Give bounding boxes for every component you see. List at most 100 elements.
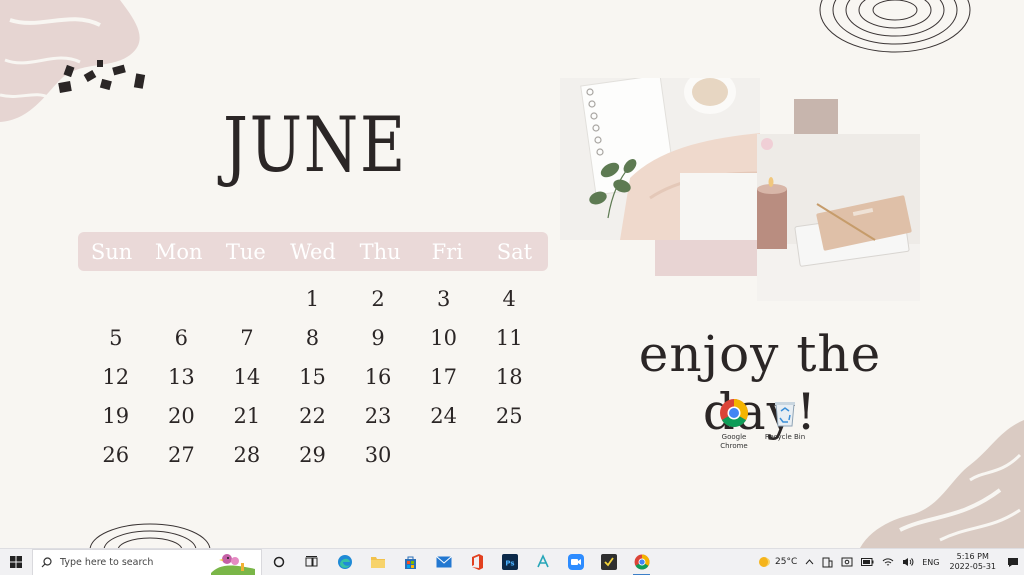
clock-time: 5:16 PM (956, 552, 989, 561)
calendar-days-grid: 1 2 3 4 5 6 7 8 9 10 11 12 13 14 15 16 17 18 19 20 21 22 23 24 2… (83, 280, 542, 475)
edge-button[interactable] (328, 549, 361, 575)
zoom-icon (567, 554, 584, 570)
meet-now-icon (841, 557, 853, 566)
pink-accent-rectangle (655, 240, 757, 276)
chrome-icon (720, 399, 748, 427)
calendar-day: 19 (102, 404, 130, 428)
mail-icon (435, 556, 452, 568)
taskbar-search-input[interactable]: Type here to search (32, 548, 262, 575)
mauve-accent-square (794, 99, 838, 135)
app-button[interactable] (526, 549, 559, 575)
notification-center-button[interactable] (1002, 557, 1024, 568)
file-explorer-button[interactable] (361, 549, 394, 575)
candle-notebook-photo (757, 134, 920, 301)
speaker-icon (903, 558, 914, 566)
search-highlight-bird-icon (211, 553, 255, 575)
calendar-day: 25 (495, 404, 523, 428)
weekday-header-bar: Sun Mon Tue Wed Thu Fri Sat (78, 232, 548, 271)
desktop-icon-label: Recycle Bin (764, 433, 806, 441)
calendar-day: 14 (233, 365, 261, 389)
weekday-label: Tue (225, 239, 266, 264)
calendar-day: 15 (299, 365, 326, 389)
calendar-day: 9 (371, 326, 385, 350)
calendar-day: 18 (495, 365, 523, 389)
calendar-day: 21 (233, 404, 261, 428)
store-icon (405, 556, 416, 569)
office-button[interactable] (460, 549, 493, 575)
zoom-button[interactable] (559, 549, 592, 575)
app-icon (536, 554, 549, 568)
notes-icon (600, 554, 617, 570)
calendar-day: 2 (371, 287, 385, 311)
weekday-label: Wed (290, 239, 336, 264)
calendar-day: 11 (495, 326, 523, 350)
calendar-day: 16 (364, 365, 392, 389)
calendar-day: 27 (167, 443, 195, 467)
photoshop-button[interactable]: Ps (493, 549, 526, 575)
weekday-label: Fri (431, 239, 463, 264)
windows-logo-icon (10, 556, 22, 568)
calendar-day: 24 (430, 404, 457, 428)
calendar-day: 7 (240, 326, 254, 350)
weekday-label: Mon (154, 239, 203, 264)
recycle-bin-icon (775, 402, 795, 427)
calendar-day: 20 (167, 404, 195, 428)
taskbar: Type here to search Ps 25°C ENG 5:16 PM … (0, 548, 1024, 575)
chevron-up-icon (805, 559, 814, 565)
notes-button[interactable] (592, 549, 625, 575)
weekday-label: Sat (496, 239, 533, 264)
desktop-icon-recycle-bin[interactable]: Recycle Bin (762, 398, 808, 442)
calendar-day: 12 (102, 365, 130, 389)
cortana-button[interactable] (262, 549, 295, 575)
weekday-label: Sun (90, 239, 133, 264)
slogan-text: enjoy the day! (638, 325, 882, 441)
task-view-button[interactable] (295, 549, 328, 575)
wifi-icon (882, 558, 894, 566)
calendar-empty-cell (149, 280, 215, 319)
calendar-day: 30 (364, 443, 392, 467)
device-icon (822, 557, 833, 567)
office-icon (471, 554, 483, 570)
tray-app-button[interactable] (818, 557, 837, 568)
taskbar-clock[interactable]: 5:16 PM 2022-05-31 (944, 552, 1003, 572)
calendar-empty-cell (411, 436, 477, 475)
weekday-label: Thu (359, 239, 401, 264)
network-button[interactable] (878, 557, 898, 567)
volume-button[interactable] (898, 557, 918, 567)
mail-button[interactable] (427, 549, 460, 575)
sun-icon (759, 557, 770, 567)
system-tray: 25°C ENG 5:16 PM 2022-05-31 (753, 549, 1024, 575)
calendar-day: 6 (174, 326, 189, 350)
calendar-day: 17 (430, 365, 457, 389)
weather-widget[interactable]: 25°C (753, 555, 801, 569)
line-swirl-top-right (819, 0, 971, 53)
search-icon (41, 556, 52, 567)
calendar-day: 28 (233, 443, 261, 467)
calendar-day: 5 (109, 326, 123, 350)
task-view-icon (305, 556, 318, 567)
calendar-day: 3 (436, 287, 451, 311)
calendar-day: 13 (167, 365, 195, 389)
notebook-coffee-photo (560, 78, 760, 240)
cortana-icon (273, 556, 284, 568)
battery-button[interactable] (857, 558, 878, 566)
calendar-day: 29 (299, 443, 326, 467)
calendar-day: 10 (430, 326, 457, 350)
weather-temperature: 25°C (775, 557, 798, 567)
show-hidden-icons-button[interactable] (801, 559, 818, 565)
calendar-empty-cell (83, 280, 149, 319)
chrome-taskbar-button[interactable] (625, 549, 658, 575)
language-indicator[interactable]: ENG (918, 558, 943, 567)
tray-meet-button[interactable] (837, 557, 857, 568)
calendar-day: 26 (102, 443, 130, 467)
desktop-icon-chrome[interactable]: Google Chrome (711, 398, 757, 451)
svg-text:Ps: Ps (505, 560, 514, 568)
file-explorer-icon (370, 557, 385, 568)
calendar-day: 23 (364, 404, 392, 428)
desktop-icon-label: Google Chrome (720, 433, 748, 450)
chrome-icon (634, 554, 649, 570)
start-button[interactable] (0, 549, 32, 575)
microsoft-store-button[interactable] (394, 549, 427, 575)
battery-icon (861, 558, 874, 566)
calendar-empty-cell (476, 436, 542, 475)
